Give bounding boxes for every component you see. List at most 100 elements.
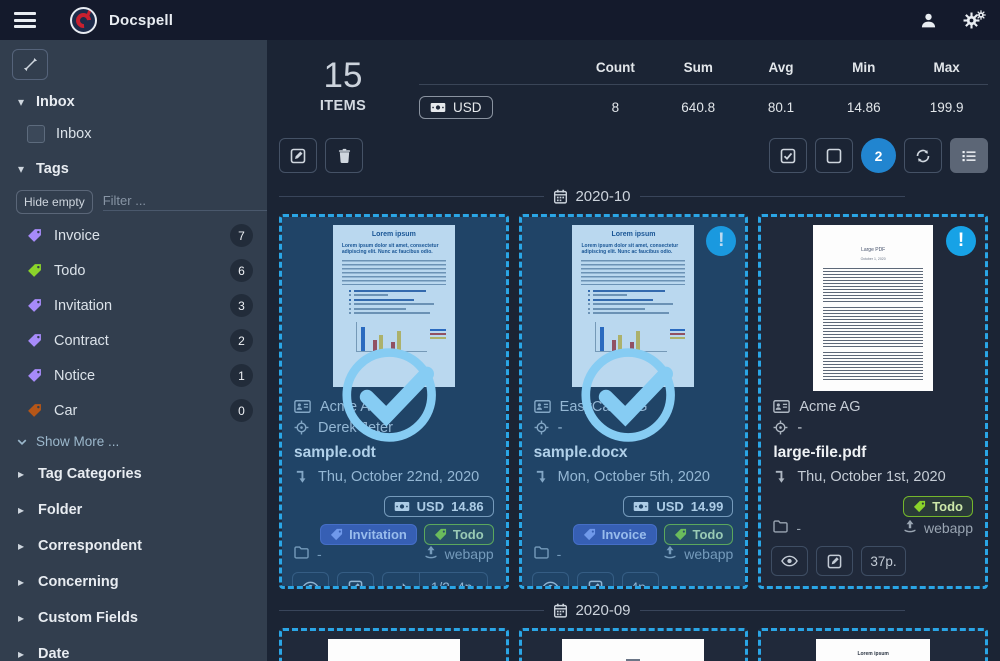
caret-right-icon: ▸ bbox=[16, 467, 26, 481]
tag-count-badge: 0 bbox=[230, 399, 253, 422]
tag-badge-invitation: Invitation bbox=[320, 524, 417, 545]
check-square-icon bbox=[780, 148, 796, 164]
trash-icon bbox=[337, 148, 352, 164]
sidebar-section-inbox[interactable]: ▾ Inbox bbox=[0, 84, 267, 117]
col-header-avg: Avg bbox=[740, 60, 823, 75]
items-main-area: 15 ITEMS Count Sum Avg Min Max USD bbox=[267, 40, 1000, 661]
edit-selected-button[interactable] bbox=[279, 138, 317, 173]
deselect-all-button[interactable] bbox=[815, 138, 853, 173]
item-card[interactable]: Lorem ipsum Lorem ipsum dolor sit amet, … bbox=[758, 628, 988, 661]
money-bill-icon bbox=[430, 102, 446, 113]
item-card[interactable]: Lorem ipsum dolor sit amet, consectetur … bbox=[519, 628, 749, 661]
card-footer: 4p. bbox=[522, 568, 746, 589]
crosshair-icon bbox=[534, 420, 549, 435]
sidebar-section-folder[interactable]: ▸ Folder bbox=[0, 492, 267, 528]
tag-icon bbox=[27, 368, 42, 383]
tag-item-car[interactable]: Car 0 bbox=[0, 393, 267, 428]
tag-count-badge: 1 bbox=[230, 364, 253, 387]
tag-item-notice[interactable]: Notice 1 bbox=[0, 358, 267, 393]
menu-hamburger-icon[interactable] bbox=[14, 12, 36, 28]
address-card-icon bbox=[773, 400, 790, 413]
show-more-tags[interactable]: Show More ... bbox=[0, 428, 267, 456]
item-card-sample-odt[interactable]: Lorem ipsum Lorem ipsum dolor sit amet, … bbox=[279, 214, 509, 589]
caret-right-icon: ▸ bbox=[16, 575, 26, 589]
open-attachment-button-group[interactable]: 1/2, 4p. bbox=[382, 572, 488, 589]
selected-count-badge[interactable]: 2 bbox=[861, 138, 896, 173]
preview-eye-button[interactable] bbox=[532, 572, 569, 589]
settings-cogs-icon[interactable] bbox=[963, 12, 986, 29]
list-view-toggle-button[interactable] bbox=[950, 138, 988, 173]
col-header-sum: Sum bbox=[657, 60, 740, 75]
upload-icon bbox=[903, 519, 917, 536]
date-group-label: 2020-10 bbox=[575, 188, 630, 205]
document-preview[interactable]: Lorem ipsum Lorem ipsum dolor sit amet, … bbox=[282, 217, 506, 389]
inbox-filter-item[interactable]: Inbox bbox=[0, 117, 267, 151]
edit-item-button[interactable] bbox=[577, 572, 614, 589]
pages-label: 4p. bbox=[622, 572, 659, 589]
date-group-label: 2020-09 bbox=[575, 602, 630, 619]
items-toolbar: 2 bbox=[279, 138, 988, 173]
select-all-button[interactable] bbox=[769, 138, 807, 173]
sidebar-section-custom-fields[interactable]: ▸ Custom Fields bbox=[0, 600, 267, 636]
sidebar-section-concerning[interactable]: ▸ Concerning bbox=[0, 564, 267, 600]
square-icon bbox=[826, 148, 842, 164]
sidebar-section-date[interactable]: ▸ Date bbox=[0, 636, 267, 661]
tag-item-invitation[interactable]: Invitation 3 bbox=[0, 288, 267, 323]
sidebar-section-correspondent[interactable]: ▸ Correspondent bbox=[0, 528, 267, 564]
tag-count-badge: 6 bbox=[230, 259, 253, 282]
edit-icon bbox=[348, 580, 363, 590]
sidebar-expand-button[interactable] bbox=[12, 49, 48, 80]
currency-chip: USD bbox=[419, 96, 493, 119]
correspondent-row: Acme AG bbox=[294, 396, 494, 417]
user-icon[interactable] bbox=[920, 12, 937, 29]
date-group-header: 2020-09 bbox=[279, 602, 988, 619]
list-icon bbox=[961, 148, 977, 164]
edit-item-button[interactable] bbox=[816, 546, 853, 576]
item-title[interactable]: sample.odt bbox=[294, 444, 494, 462]
money-bill-icon bbox=[394, 501, 410, 512]
stat-sum-value: 640.8 bbox=[657, 100, 740, 115]
hide-empty-button[interactable]: Hide empty bbox=[16, 190, 93, 214]
preview-eye-button[interactable] bbox=[292, 572, 329, 589]
document-preview[interactable]: Lorem ipsum Lorem ipsum dolor sit amet, … bbox=[761, 631, 985, 661]
inbox-checkbox[interactable] bbox=[27, 125, 45, 143]
tag-item-todo[interactable]: Todo 6 bbox=[0, 253, 267, 288]
source-label: webapp bbox=[445, 546, 494, 562]
top-navbar: Docspell bbox=[0, 0, 1000, 40]
tag-icon bbox=[583, 528, 596, 541]
sidebar-section-tag-categories[interactable]: ▸ Tag Categories bbox=[0, 456, 267, 492]
arrow-right-icon bbox=[383, 573, 419, 589]
tag-item-contract[interactable]: Contract 2 bbox=[0, 323, 267, 358]
address-card-icon bbox=[534, 400, 551, 413]
preview-mini-chart bbox=[595, 322, 666, 352]
folder-icon bbox=[773, 520, 788, 536]
item-title[interactable]: sample.docx bbox=[534, 444, 734, 462]
tag-badge-invoice: Invoice bbox=[573, 524, 657, 545]
docspell-app: Docspell ▾ Inbox Inbox ▾ Tags Hide empty bbox=[0, 0, 1000, 661]
document-preview[interactable]: Lorem ipsum dolor sit amet, consectetur … bbox=[522, 631, 746, 661]
tag-filter-input[interactable] bbox=[103, 193, 267, 208]
edit-icon bbox=[290, 148, 306, 164]
item-card-large-file-pdf[interactable]: ! Large PDF October 1, 2020 Acme AG bbox=[758, 214, 988, 589]
preview-eye-button[interactable] bbox=[771, 546, 808, 576]
stat-max-value: 199.9 bbox=[905, 100, 988, 115]
edit-item-button[interactable] bbox=[337, 572, 374, 589]
address-card-icon bbox=[294, 400, 311, 413]
eye-icon bbox=[302, 581, 319, 589]
upload-icon bbox=[663, 545, 677, 562]
refresh-button[interactable] bbox=[904, 138, 942, 173]
crosshair-icon bbox=[294, 420, 309, 435]
item-title[interactable]: large-file.pdf bbox=[773, 444, 973, 462]
docspell-logo bbox=[70, 7, 97, 34]
sidebar-section-tags[interactable]: ▾ Tags bbox=[0, 151, 267, 184]
concerning-row: Derek Jeter bbox=[294, 417, 494, 438]
tag-icon bbox=[434, 528, 447, 541]
item-card-sample-docx[interactable]: ! Lorem ipsum Lorem ipsum dolor sit amet… bbox=[519, 214, 749, 589]
document-preview[interactable]: Keywords in PDF bbox=[282, 631, 506, 661]
item-card[interactable]: Keywords in PDF bbox=[279, 628, 509, 661]
amount-badge: USD 14.99 bbox=[623, 496, 733, 517]
currency-stats-table: Count Sum Avg Min Max USD 8 640.8 8 bbox=[419, 56, 988, 125]
stat-count-value: 8 bbox=[574, 100, 657, 115]
tag-item-invoice[interactable]: Invoice 7 bbox=[0, 218, 267, 253]
delete-selected-button[interactable] bbox=[325, 138, 363, 173]
